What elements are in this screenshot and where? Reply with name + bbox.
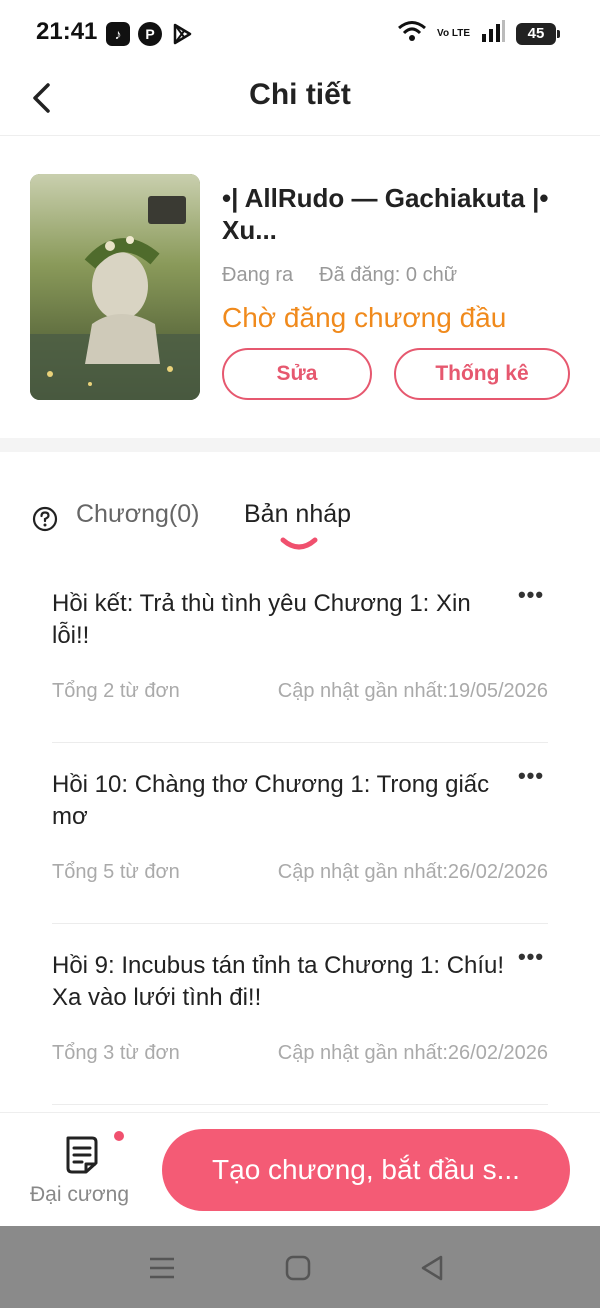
- recent-apps-icon[interactable]: [146, 1252, 178, 1284]
- status-time: 21:41: [36, 18, 98, 45]
- pending-status: Chờ đăng chương đầu: [222, 302, 507, 333]
- tab-bar: Chương(0) Bản nháp: [0, 452, 600, 562]
- system-nav-bar: [0, 1226, 600, 1308]
- book-meta: Đang ra Đã đăng: 0 chữ: [222, 264, 457, 287]
- create-chapter-button[interactable]: Tạo chương, bắt đầu s...: [162, 1129, 570, 1211]
- draft-list: Hồi kết: Trả thù tình yêu Chương 1: Xin …: [0, 562, 600, 1105]
- outline-button[interactable]: Đại cương: [20, 1131, 140, 1211]
- draft-updated: Cập nhật gần nhất:26/02/2026: [277, 861, 548, 883]
- draft-title: Hồi 9: Incubus tán tỉnh ta Chương 1: Chí…: [52, 952, 505, 1011]
- tab-chapters[interactable]: Chương(0): [76, 500, 199, 529]
- play-store-icon: [170, 22, 194, 46]
- volte-label: Vo LTE: [437, 27, 470, 39]
- book-cover[interactable]: [30, 174, 200, 400]
- page-title: Chi tiết: [249, 78, 351, 111]
- draft-word-count: Tổng 2 từ đơn: [52, 680, 180, 702]
- battery-icon: 45: [516, 22, 560, 45]
- draft-updated: Cập nhật gần nhất:26/02/2026: [277, 1042, 548, 1064]
- status-bar: 21:41 ♪ P Vo LTE 45: [0, 0, 600, 66]
- draft-item[interactable]: Hồi 10: Chàng thơ Chương 1: Trong giấc m…: [52, 743, 548, 924]
- section-divider: [0, 438, 600, 452]
- draft-word-count: Tổng 3 từ đơn: [52, 1042, 180, 1064]
- more-options-icon[interactable]: •••: [514, 765, 548, 793]
- more-options-icon[interactable]: •••: [514, 584, 548, 612]
- back-nav-icon[interactable]: [416, 1252, 448, 1284]
- wifi-icon: [397, 20, 427, 47]
- book-status: Đang ra: [222, 264, 294, 286]
- tab-drafts[interactable]: Bản nháp: [244, 500, 351, 529]
- book-card: •| AllRudo — Gachiakuta |• Xu... Đang ra…: [0, 136, 600, 438]
- outline-document-icon: [66, 1136, 98, 1174]
- home-icon[interactable]: [282, 1252, 314, 1284]
- active-tab-indicator: [280, 537, 318, 550]
- bottom-action-bar: Đại cương Tạo chương, bắt đầu s...: [0, 1112, 600, 1226]
- tiktok-icon: ♪: [106, 22, 130, 46]
- battery-level: 45: [527, 25, 545, 42]
- stats-button[interactable]: Thống kê: [394, 348, 570, 400]
- book-title: •| AllRudo — Gachiakuta |• Xu...: [222, 183, 549, 245]
- draft-title: Hồi kết: Trả thù tình yêu Chương 1: Xin …: [52, 590, 471, 649]
- more-options-icon[interactable]: •••: [514, 946, 548, 974]
- outline-label: Đại cương: [30, 1183, 130, 1206]
- signal-icon: [480, 20, 506, 47]
- help-icon[interactable]: [32, 506, 58, 532]
- book-posted-count: Đã đăng: 0 chữ: [319, 264, 458, 286]
- draft-item[interactable]: Hồi kết: Trả thù tình yêu Chương 1: Xin …: [52, 562, 548, 743]
- app-header: Chi tiết: [0, 66, 600, 136]
- edit-button[interactable]: Sửa: [222, 348, 372, 400]
- draft-item[interactable]: Hồi 9: Incubus tán tỉnh ta Chương 1: Chí…: [52, 924, 548, 1105]
- draft-title: Hồi 10: Chàng thơ Chương 1: Trong giấc m…: [52, 771, 490, 830]
- pinterest-icon: P: [138, 22, 162, 46]
- draft-updated: Cập nhật gần nhất:19/05/2026: [277, 680, 548, 702]
- notification-dot: [114, 1131, 124, 1141]
- draft-word-count: Tổng 5 từ đơn: [52, 861, 180, 883]
